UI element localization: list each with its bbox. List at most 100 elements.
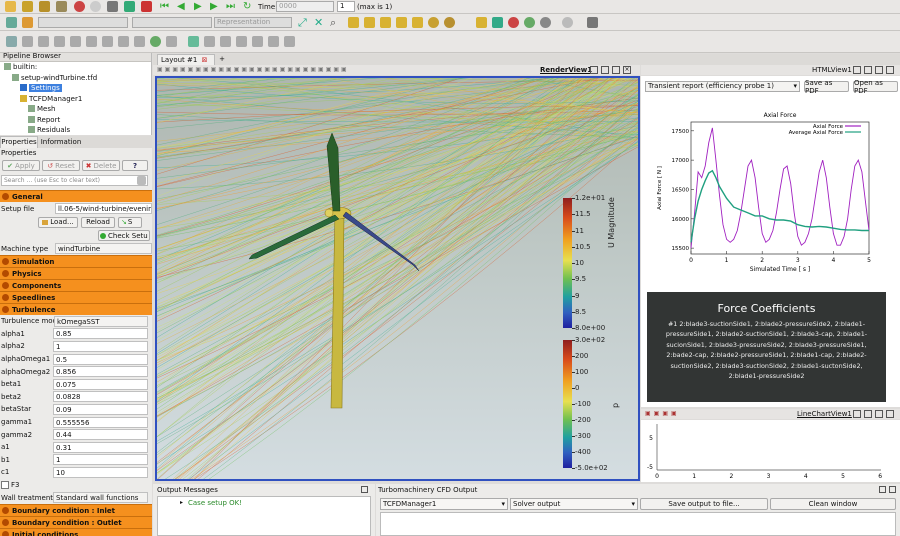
tree-item[interactable]: TCFDManager1 [0, 94, 151, 105]
select-points-icon[interactable] [492, 17, 503, 28]
layout-tab[interactable]: Layout #1 ⊠ [157, 54, 215, 65]
tree-item[interactable]: Mesh [0, 104, 151, 115]
section-boundary-condition-inlet[interactable]: Boundary condition : Inlet [0, 503, 152, 516]
tcfd-icon-1[interactable] [188, 36, 199, 47]
section-physics[interactable]: Physics [0, 267, 152, 279]
zoom-icon[interactable]: ⌕ [330, 16, 336, 30]
server-icon[interactable] [39, 1, 50, 12]
param-input[interactable]: 0.5 [53, 353, 148, 365]
record-icon[interactable] [124, 1, 135, 12]
filter-extract-icon[interactable] [86, 36, 97, 47]
tcfd-icon-7[interactable] [284, 36, 295, 47]
html-maximize-icon[interactable] [875, 66, 883, 74]
solver-select[interactable]: Solver output ▾ [510, 498, 638, 510]
connect-icon[interactable] [56, 1, 67, 12]
render-view[interactable]: 1.2e+01 11.5 11 10.5 10 9.5 9 8.5 8.0e+00 3.0e+0… [155, 76, 640, 481]
filter-clip-icon[interactable] [38, 36, 49, 47]
pause-icon[interactable] [141, 1, 152, 12]
interactive-select-icon[interactable] [508, 17, 519, 28]
tab-properties[interactable]: Properties [0, 136, 38, 148]
undo-icon[interactable] [74, 1, 85, 12]
tree-item[interactable]: Settings [0, 83, 151, 94]
first-frame-icon[interactable]: ⏮ [160, 1, 169, 12]
param-input[interactable]: 0.85 [53, 328, 148, 340]
om-float-icon[interactable] [361, 486, 368, 493]
save-setup-button[interactable]: ↘ S [118, 216, 142, 228]
redo-icon[interactable] [90, 1, 101, 12]
param-input[interactable]: 0.856 [53, 366, 148, 378]
param-input[interactable]: 10 [53, 466, 148, 478]
turbo-close-icon[interactable] [889, 486, 896, 493]
section-turbulence[interactable]: Turbulence [0, 303, 152, 315]
prev-frame-icon[interactable]: ◀ [177, 1, 185, 12]
filter-calculator-icon[interactable] [6, 36, 17, 47]
tcfd-icon-4[interactable] [236, 36, 247, 47]
param-input[interactable]: 0.31 [53, 441, 148, 453]
tree-item[interactable]: setup-windTurbine.tfd [0, 73, 151, 84]
html-split-h-icon[interactable] [853, 66, 861, 74]
lc-split-v-icon[interactable] [864, 410, 872, 418]
loop-icon[interactable]: ↻ [243, 1, 251, 12]
probe-icon[interactable] [524, 17, 535, 28]
section-components[interactable]: Components [0, 279, 152, 291]
split-vertical-icon[interactable] [601, 66, 609, 74]
close-view-icon[interactable]: × [623, 66, 631, 74]
tcfd-icon-5[interactable] [252, 36, 263, 47]
rotate-icon[interactable] [428, 17, 439, 28]
turbo-float-icon[interactable] [879, 486, 886, 493]
search-input[interactable]: Search ... (use Esc to clear text) [2, 177, 100, 184]
clean-window-button[interactable]: Clean window [770, 498, 896, 510]
f3-checkbox[interactable] [1, 481, 9, 490]
open-icon[interactable] [5, 1, 16, 12]
html-split-v-icon[interactable] [864, 66, 872, 74]
tree-item[interactable]: Residuals [0, 125, 151, 136]
report-select[interactable]: Transient report (efficiency probe 1) ▾ [645, 81, 800, 92]
axis-neg-x-icon[interactable] [396, 17, 407, 28]
param-input[interactable]: 0.075 [53, 378, 148, 390]
param-input[interactable]: 0.0828 [53, 391, 148, 403]
tab-information[interactable]: Information [40, 137, 82, 148]
axis-neg-y-icon[interactable] [412, 17, 423, 28]
param-input[interactable]: 0.44 [53, 429, 148, 441]
next-frame-icon[interactable]: ▶ [210, 1, 218, 12]
save-output-button[interactable]: Save output to file... [640, 498, 768, 510]
add-tab-button[interactable]: + [217, 54, 227, 64]
save-pdf-button[interactable]: Save as PDF [804, 79, 849, 95]
help-button[interactable]: ? [122, 160, 148, 171]
filter-extract-level-icon[interactable] [166, 36, 177, 47]
param-input[interactable]: 0.555556 [53, 416, 148, 428]
advanced-gear-icon[interactable] [137, 176, 146, 185]
section-initial-conditions[interactable]: Initial conditions [0, 527, 152, 536]
eye-icon[interactable] [562, 17, 573, 28]
tree-item[interactable]: builtin: [0, 62, 151, 73]
variable-mode-combo[interactable] [132, 17, 212, 28]
zoom-fit-icon[interactable]: ✕ [314, 16, 323, 29]
load-button[interactable]: Load... [38, 216, 78, 228]
turbo-output-box[interactable] [380, 512, 896, 536]
filter-stream-icon[interactable] [118, 36, 129, 47]
split-horizontal-icon[interactable] [590, 66, 598, 74]
apply-button[interactable]: ✔ Apply [2, 160, 40, 171]
output-messages-box[interactable]: ▸ Case setup OK! [157, 496, 371, 536]
filter-warp-icon[interactable] [134, 36, 145, 47]
manager-select[interactable]: TCFDManager1 ▾ [380, 498, 508, 510]
tcfd-icon-6[interactable] [268, 36, 279, 47]
lc-maximize-icon[interactable] [875, 410, 883, 418]
reset-camera-icon[interactable]: ⤢ [298, 16, 307, 30]
time-index[interactable]: 1 [337, 1, 355, 12]
reset-button[interactable]: ↺ Reset [42, 160, 80, 171]
lc-split-h-icon[interactable] [853, 410, 861, 418]
filter-contour-icon[interactable] [22, 36, 33, 47]
tcfd-icon-2[interactable] [204, 36, 215, 47]
save-icon[interactable] [22, 1, 33, 12]
rotate-ccw-icon[interactable] [444, 17, 455, 28]
setup-file-field[interactable]: ll.06-5/wind-turbine/eveningTest/se [55, 203, 152, 214]
lc-close-icon[interactable] [886, 410, 894, 418]
section-simulation[interactable]: Simulation [0, 255, 152, 267]
last-frame-icon[interactable]: ⏭ [226, 1, 235, 12]
machine-type-field[interactable]: windTurbine [55, 243, 152, 254]
param-input[interactable]: 0.09 [53, 403, 148, 415]
param-input[interactable]: 1 [53, 340, 148, 352]
reload-button[interactable]: Reload [81, 216, 115, 228]
html-close-icon[interactable] [886, 66, 894, 74]
